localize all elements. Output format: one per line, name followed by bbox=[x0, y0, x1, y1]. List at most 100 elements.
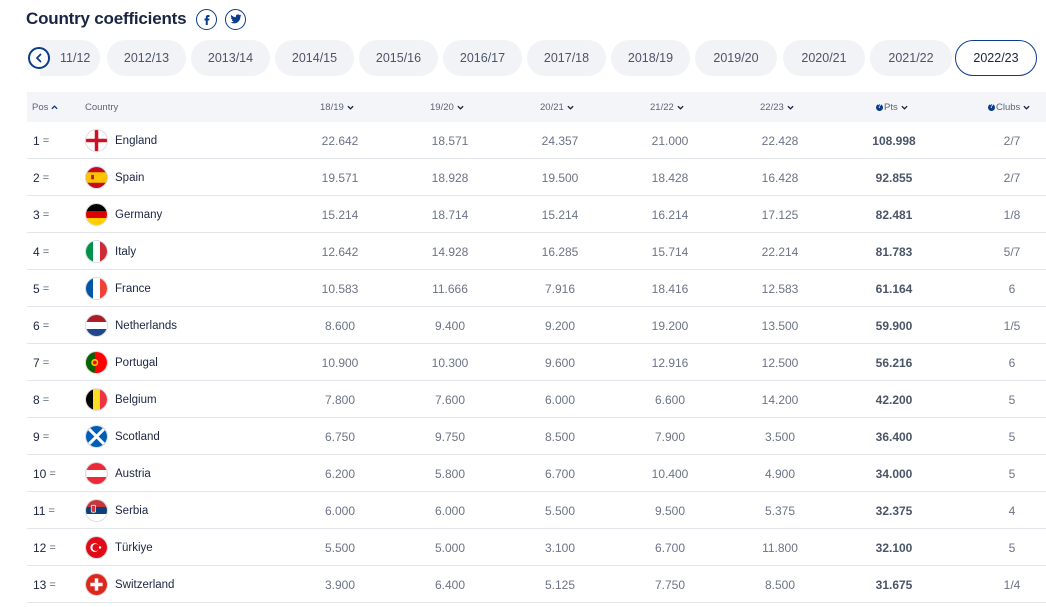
season-points-cell: 7.900 bbox=[654, 429, 686, 444]
column-header-19-20[interactable]: 19/20 bbox=[430, 92, 464, 122]
column-header-clubs[interactable]: ? Clubs bbox=[988, 92, 1030, 122]
total-points-cell: 36.400 bbox=[875, 429, 913, 444]
table-row[interactable]: 13 = Switzerland 3.900 6.400 5.125 7.750 8.500 3… bbox=[27, 566, 1046, 603]
position-change: = bbox=[42, 430, 50, 443]
season-tab-2021-22[interactable]: 2021/22 bbox=[870, 40, 952, 76]
switzerland-flag-icon bbox=[85, 573, 108, 596]
column-header-label: 18/19 bbox=[320, 101, 344, 113]
position-change: = bbox=[42, 171, 50, 184]
table-row[interactable]: 1 = England 22.642 18.571 24.357 21.000 22.428 1… bbox=[27, 122, 1046, 159]
season-tab-2014-15[interactable]: 2014/15 bbox=[275, 40, 354, 76]
country-name[interactable]: Portugal bbox=[115, 344, 158, 381]
chevron-down-icon bbox=[457, 104, 464, 111]
season-tab-2022-23[interactable]: 2022/23 bbox=[955, 40, 1037, 76]
twitter-share-button[interactable] bbox=[225, 8, 247, 30]
season-tab-2017-18[interactable]: 2017/18 bbox=[527, 40, 606, 76]
country-name[interactable]: Spain bbox=[115, 159, 144, 196]
country-name[interactable]: Netherlands bbox=[115, 307, 177, 344]
country-name[interactable]: Serbia bbox=[115, 492, 148, 529]
season-tab-2016-17[interactable]: 2016/17 bbox=[443, 40, 522, 76]
total-points-cell: 92.855 bbox=[875, 170, 913, 185]
trkiye-flag-icon bbox=[85, 536, 108, 559]
season-points-cell: 9.600 bbox=[544, 355, 576, 370]
column-header-21-22[interactable]: 21/22 bbox=[650, 92, 684, 122]
country-name[interactable]: France bbox=[115, 270, 151, 307]
column-header-pts[interactable]: ? Pts bbox=[876, 92, 908, 122]
table-row[interactable]: 8 = Belgium 7.800 7.600 6.000 6.600 14.200 42.20… bbox=[27, 381, 1046, 418]
position-change: = bbox=[42, 208, 50, 221]
total-points-cell: 81.783 bbox=[875, 244, 913, 259]
season-points-cell: 6.000 bbox=[324, 503, 356, 518]
position-change: = bbox=[42, 319, 50, 332]
season-points-cell: 8.500 bbox=[764, 577, 796, 592]
season-points-cell: 19.500 bbox=[541, 170, 579, 185]
facebook-share-button[interactable] bbox=[196, 8, 218, 30]
season-points-cell: 18.714 bbox=[431, 207, 469, 222]
season-points-cell: 13.500 bbox=[761, 318, 799, 333]
country-name[interactable]: Belgium bbox=[115, 381, 157, 418]
coefficients-table: Pos Country 18/19 19/20 20/21 21/22 22/2… bbox=[27, 92, 1046, 603]
help-icon[interactable]: ? bbox=[988, 103, 995, 111]
country-name[interactable]: Scotland bbox=[115, 418, 160, 455]
position-change: = bbox=[42, 134, 50, 147]
table-row[interactable]: 4 = Italy 12.642 14.928 16.285 15.714 22.214 81.… bbox=[27, 233, 1046, 270]
total-points-cell: 32.375 bbox=[875, 503, 913, 518]
season-tab-2013-14[interactable]: 2013/14 bbox=[191, 40, 270, 76]
chevron-down-icon bbox=[787, 104, 794, 111]
season-tab-2015-16[interactable]: 2015/16 bbox=[359, 40, 438, 76]
table-row[interactable]: 11 = Serbia 6.000 6.000 5.500 9.500 5.375 32.375… bbox=[27, 492, 1046, 529]
table-row[interactable]: 6 = Netherlands 8.600 9.400 9.200 19.200 13.500… bbox=[27, 307, 1046, 344]
season-tab-2019-20[interactable]: 2019/20 bbox=[695, 40, 777, 76]
table-row[interactable]: 3 = Germany 15.214 18.714 15.214 16.214 17.125 8… bbox=[27, 196, 1046, 233]
twitter-icon bbox=[230, 14, 242, 24]
country-name[interactable]: England bbox=[115, 122, 157, 159]
help-icon[interactable]: ? bbox=[876, 103, 883, 111]
season-points-cell: 15.214 bbox=[541, 207, 579, 222]
column-header-22-23[interactable]: 22/23 bbox=[760, 92, 794, 122]
season-tab-2018-19[interactable]: 2018/19 bbox=[611, 40, 690, 76]
season-scroll-back-button[interactable] bbox=[28, 47, 50, 69]
season-points-cell: 8.500 bbox=[544, 429, 576, 444]
netherlands-flag-icon bbox=[85, 314, 108, 337]
season-points-cell: 11.800 bbox=[762, 540, 798, 555]
column-header-pos[interactable]: Pos bbox=[32, 92, 58, 122]
season-points-cell: 15.714 bbox=[651, 244, 689, 259]
position-value: 7 bbox=[33, 355, 40, 370]
season-points-cell: 5.500 bbox=[324, 540, 356, 555]
table-row[interactable]: 12 = Türkiye 5.500 5.000 3.100 6.700 11.800 32.1… bbox=[27, 529, 1046, 566]
season-points-cell: 6.400 bbox=[434, 577, 466, 592]
table-row[interactable]: 5 = France 10.583 11.666 7.916 18.416 12.583 61.… bbox=[27, 270, 1046, 307]
france-flag-icon bbox=[85, 277, 108, 300]
total-points-cell: 61.164 bbox=[875, 281, 913, 296]
country-name[interactable]: Italy bbox=[115, 233, 136, 270]
season-tab-2012-13[interactable]: 2012/13 bbox=[107, 40, 186, 76]
season-points-cell: 22.428 bbox=[761, 133, 799, 148]
table-row[interactable]: 7 = Portugal 10.900 10.300 9.600 12.916 12.500 5… bbox=[27, 344, 1046, 381]
clubs-cell: 5 bbox=[1008, 540, 1016, 555]
position-cell: 11 = bbox=[33, 492, 55, 529]
table-row[interactable]: 10 = Austria 6.200 5.800 6.700 10.400 4.900 34.0… bbox=[27, 455, 1046, 492]
chevron-up-icon bbox=[51, 104, 58, 111]
clubs-cell: 6 bbox=[1008, 281, 1016, 296]
belgium-flag-icon bbox=[85, 388, 108, 411]
position-change: = bbox=[48, 504, 55, 517]
country-name[interactable]: Germany bbox=[115, 196, 162, 233]
season-points-cell: 3.900 bbox=[324, 577, 356, 592]
season-points-cell: 10.900 bbox=[321, 355, 359, 370]
column-header-20-21[interactable]: 20/21 bbox=[540, 92, 574, 122]
position-change: = bbox=[42, 356, 50, 369]
season-points-cell: 6.700 bbox=[544, 466, 576, 481]
country-name[interactable]: Austria bbox=[115, 455, 151, 492]
season-tab-2020-21[interactable]: 2020/21 bbox=[783, 40, 865, 76]
table-row[interactable]: 9 = Scotland 6.750 9.750 8.500 7.900 3.500 36.40… bbox=[27, 418, 1046, 455]
position-cell: 4 = bbox=[33, 233, 49, 270]
chevron-down-icon bbox=[1023, 104, 1030, 111]
column-header-18-19[interactable]: 18/19 bbox=[320, 92, 354, 122]
table-row[interactable]: 2 = Spain 19.571 18.928 19.500 18.428 16.428 92.… bbox=[27, 159, 1046, 196]
country-name[interactable]: Türkiye bbox=[115, 529, 153, 566]
total-points-cell: 42.200 bbox=[875, 392, 913, 407]
country-name[interactable]: Switzerland bbox=[115, 566, 174, 603]
position-cell: 1 = bbox=[33, 122, 49, 159]
season-points-cell: 17.125 bbox=[761, 207, 799, 222]
chevron-down-icon bbox=[901, 104, 908, 111]
